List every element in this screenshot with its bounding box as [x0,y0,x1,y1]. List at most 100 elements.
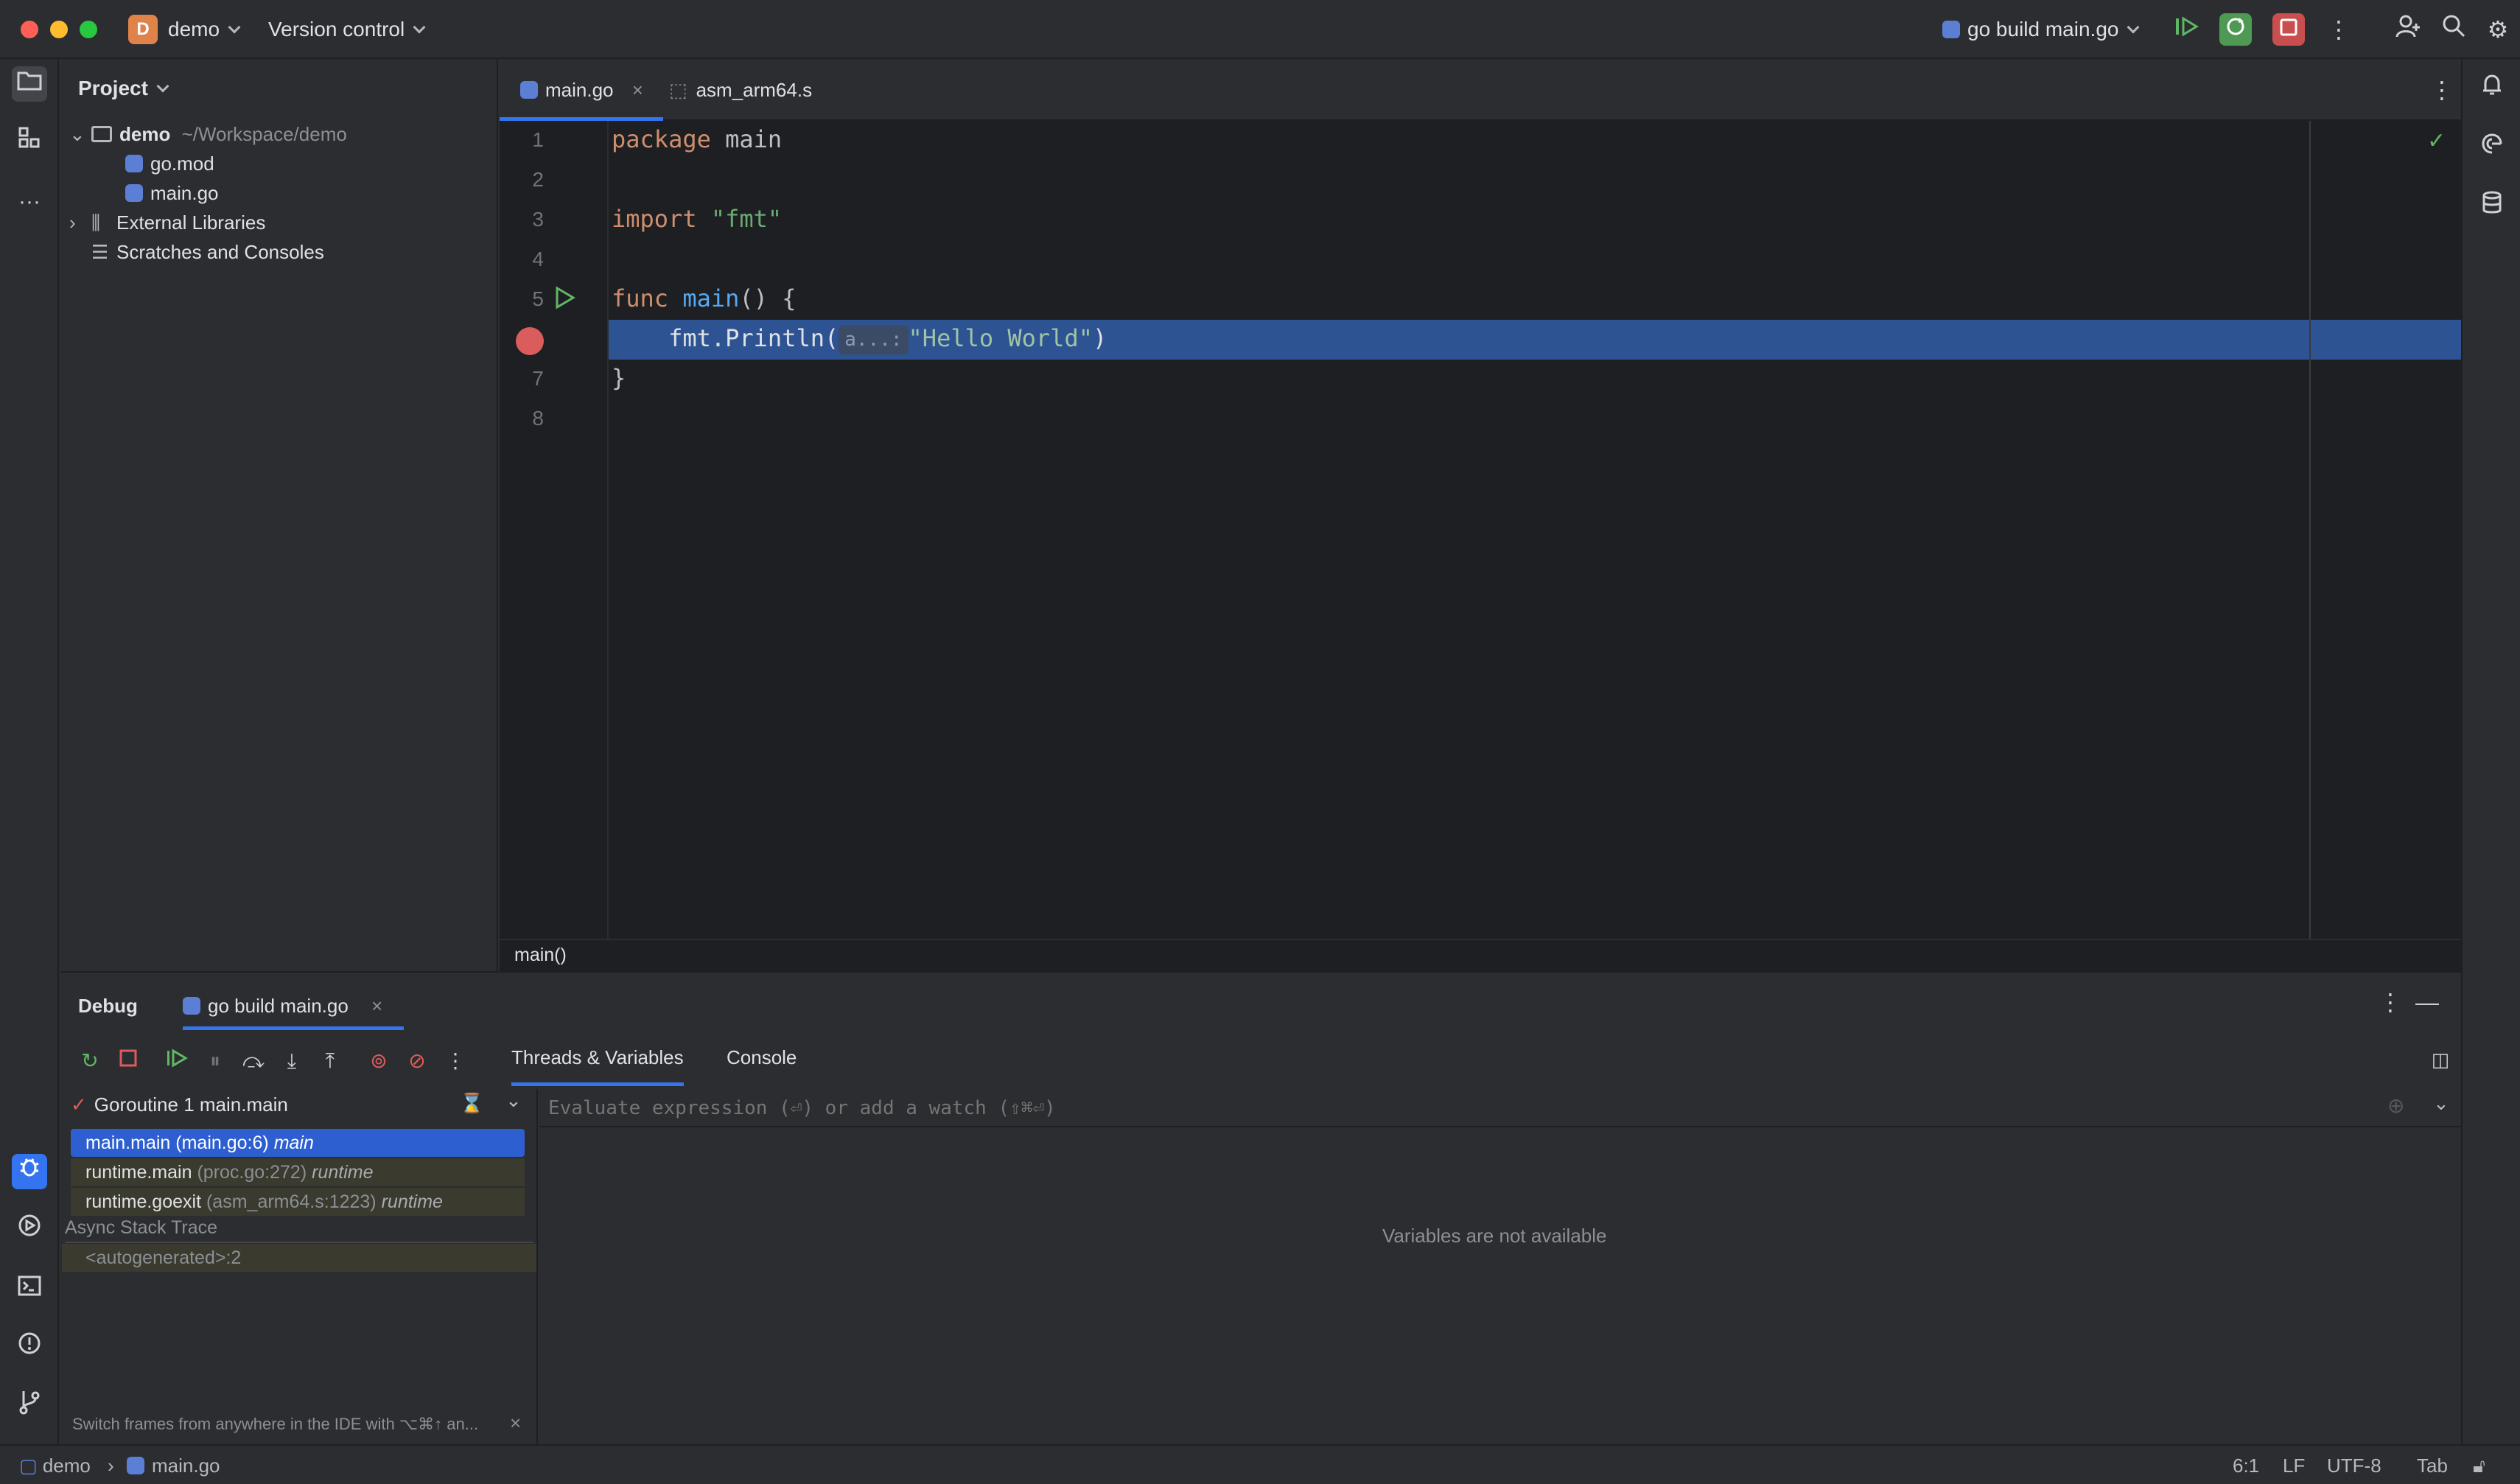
status-bar: ▢ demo › main.go 6:1 LF UTF-8 Tab 🔓︎ [0,1444,2520,1484]
close-tip-icon[interactable]: × [510,1412,521,1435]
chevron-right-icon: › [108,1455,114,1477]
close-tab-icon[interactable]: × [371,995,382,1017]
stack-frame[interactable]: runtime.main (proc.go:272) runtime [71,1158,525,1186]
gopher-icon [125,155,143,173]
tab-main-go[interactable]: main.go × [500,59,663,121]
async-stack-trace-separator: Async Stack Trace [65,1217,533,1243]
project-badge[interactable]: D [128,15,158,44]
tree-item-external-libraries[interactable]: › ⫼ External Libraries [69,208,265,237]
run-gutter-icon[interactable] [553,286,576,315]
code-editor[interactable] [500,121,2461,939]
tab-threads-variables[interactable]: Threads & Variables [511,1046,684,1086]
database-icon[interactable] [2474,190,2510,225]
cursor-position[interactable]: 6:1 [2233,1455,2259,1477]
step-into-icon[interactable]: ⤓ [277,1046,307,1076]
right-tool-strip [2461,59,2520,1444]
async-stack-frame[interactable]: <autogenerated>:2 [62,1244,536,1272]
debug-options-more-icon[interactable]: ⋮ [2374,986,2407,1018]
structure-icon[interactable] [12,125,47,161]
mute-breakpoints-icon[interactable]: ⊘ [402,1046,432,1076]
pause-icon[interactable]: ⏸ [200,1046,230,1076]
chevron-down-icon[interactable]: ⌄ [505,1089,522,1112]
status-project[interactable]: ▢ demo [19,1455,91,1477]
indent-setting[interactable]: Tab [2417,1455,2448,1477]
debug-panel-title: Debug [78,995,138,1017]
terminal-icon[interactable] [12,1272,47,1307]
more-tools-icon[interactable]: ··· [12,184,47,220]
evaluate-expression-bar[interactable]: ⊕ ⌄ [539,1089,2461,1127]
file-encoding[interactable]: UTF-8 [2327,1455,2381,1477]
filter-frames-icon[interactable]: ⌛ [460,1092,483,1115]
lock-icon[interactable]: 🔓︎ [2473,1455,2485,1478]
resume-icon[interactable] [2171,13,2203,46]
rerun-debug-button[interactable] [2219,13,2252,46]
tree-item-go-mod[interactable]: go.mod [125,149,214,178]
project-folder-icon[interactable] [12,66,47,102]
run-services-icon[interactable] [12,1213,47,1248]
chevron-down-icon [2127,21,2140,34]
gopher-icon [520,81,538,99]
code-line-7: } [612,364,626,392]
close-tab-icon[interactable]: × [632,79,643,101]
zoom-window-button[interactable] [80,21,97,38]
variables-empty-message: Variables are not available [1382,1225,1607,1247]
tree-item-scratches[interactable]: ☰ Scratches and Consoles [91,237,324,267]
goroutine-selector[interactable]: ✓ Goroutine 1 main.main [71,1093,288,1116]
ai-assistant-icon[interactable] [2474,131,2510,167]
frames-tip: Switch frames from anywhere in the IDE w… [72,1415,479,1433]
tab-actions-more-icon[interactable]: ⋮ [2426,74,2458,106]
breakpoint-icon[interactable] [516,327,544,355]
editor-tab-bar: main.go × ⬚ asm_arm64.s ⋮ [500,59,2461,121]
settings-gear-icon[interactable]: ⚙ [2482,13,2514,46]
close-window-button[interactable] [21,21,38,38]
chevron-right-icon: › [69,211,76,234]
more-actions-icon[interactable]: ⋮ [2323,13,2355,46]
problems-icon[interactable] [12,1331,47,1366]
editor-breadcrumb: main() [500,939,2461,971]
stop-button[interactable] [2272,13,2305,46]
code-with-me-icon[interactable] [2392,13,2424,46]
step-out-icon[interactable]: ⤒ [315,1046,345,1076]
rerun-icon[interactable]: ↻ [75,1046,105,1076]
breadcrumb-item[interactable]: main() [514,945,567,966]
project-panel-title[interactable]: Project [78,77,169,100]
no-problems-check-icon[interactable]: ✓ [2427,128,2446,154]
debug-bug-icon[interactable] [12,1154,47,1189]
tab-asm-arm64[interactable]: ⬚ asm_arm64.s [669,59,812,121]
chevron-down-icon[interactable]: ⌄ [2433,1092,2449,1115]
resume-program-icon[interactable] [162,1046,192,1076]
tree-item-demo[interactable]: ⌄ demo ~/Workspace/demo [69,119,347,149]
code-line-3: import "fmt" [612,205,783,233]
status-file[interactable]: main.go [127,1455,220,1477]
left-tool-strip: ··· [0,59,59,1444]
code-line-1: package main [612,125,783,153]
step-over-icon[interactable]: ⤼ [239,1046,268,1076]
stop-icon[interactable] [113,1046,143,1076]
more-debug-actions-icon[interactable]: ⋮ [441,1046,470,1076]
minimize-panel-icon[interactable]: — [2411,986,2443,1018]
add-watch-icon[interactable]: ⊕ [2387,1093,2404,1118]
line-number: 7 [532,367,544,390]
minimize-window-button[interactable] [50,21,68,38]
stack-frame[interactable]: runtime.goexit (asm_arm64.s:1223) runtim… [71,1188,525,1216]
editor-gutter [500,121,609,939]
evaluate-expression-input[interactable] [548,1095,2317,1121]
folder-icon [91,126,112,143]
layout-settings-icon[interactable]: ◫ [2424,1043,2457,1076]
search-icon[interactable] [2437,13,2470,46]
line-separator[interactable]: LF [2283,1455,2305,1477]
chevron-down-icon [156,80,169,93]
module-icon: ▢ [19,1455,38,1477]
code-line-6: fmt.Println(a...: "Hello World") [612,324,1107,354]
notifications-bell-icon[interactable] [2474,72,2510,108]
code-line-5: func main() { [612,284,797,312]
vcs-selector[interactable]: Version control [268,18,426,41]
view-breakpoints-icon[interactable]: ⊚ [364,1046,393,1076]
git-branch-icon[interactable] [12,1390,47,1425]
project-selector[interactable]: demo [168,18,241,41]
run-config-selector[interactable]: go build main.go [1942,18,2140,41]
debug-session-tab[interactable]: go build main.go × [183,986,404,1030]
tab-console[interactable]: Console [727,1046,797,1069]
tree-item-main-go[interactable]: main.go [125,178,219,208]
stack-frame[interactable]: main.main (main.go:6) main [71,1129,525,1157]
